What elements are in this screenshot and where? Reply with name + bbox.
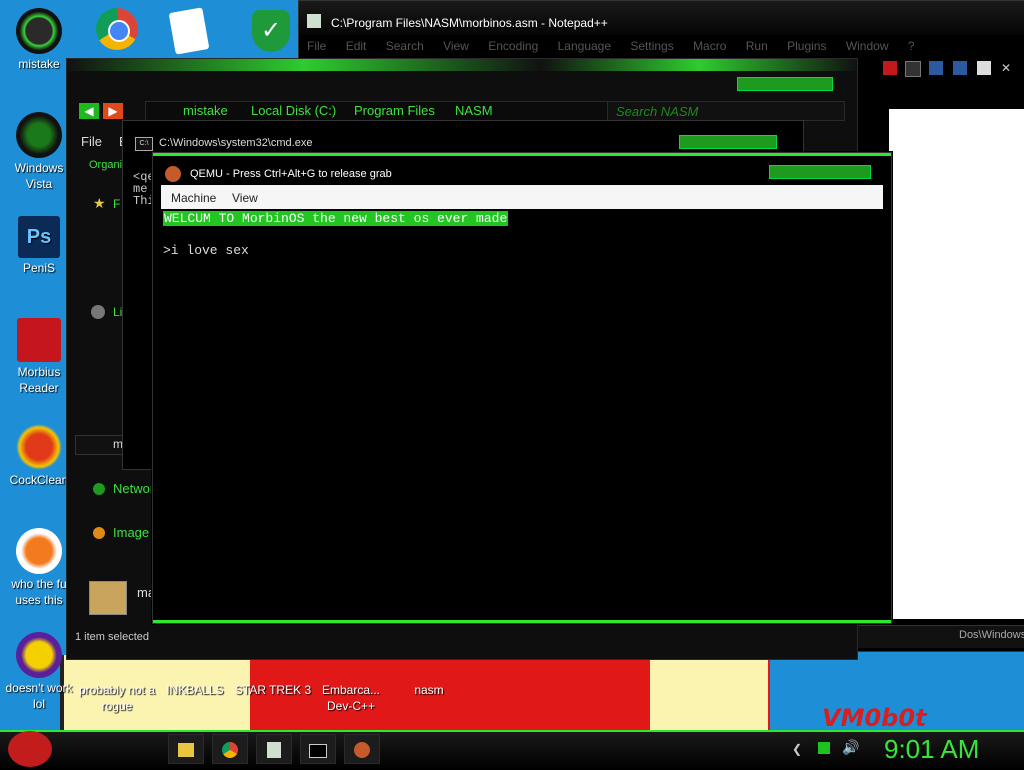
menu-window[interactable]: Window <box>846 39 889 53</box>
volume-icon[interactable]: 🔊 <box>842 739 859 756</box>
search-input[interactable]: Search NASM <box>607 101 845 121</box>
qemu-menubar: Machine View <box>161 185 883 209</box>
cmd-window-controls[interactable] <box>679 135 777 149</box>
favorites-star-icon: ★ <box>93 195 106 211</box>
notepadpp-eol-status: Dos\Windows <box>959 629 1024 641</box>
desktop-icon-inkballs[interactable]: INKBALLS <box>156 656 234 698</box>
qemu-menu-view[interactable]: View <box>232 191 258 205</box>
desktop-icon-star-trek-3[interactable]: STAR TREK 3 <box>234 656 312 698</box>
breadcrumb-nasm[interactable]: NASM <box>455 103 493 118</box>
back-arrow-icon[interactable]: ❮ <box>792 742 802 756</box>
qemu-bottom-glow <box>153 620 891 623</box>
network-icon <box>93 483 105 495</box>
taskbar-clock[interactable]: 9:01 AM <box>884 734 979 765</box>
notepad-icon <box>267 742 281 758</box>
breadcrumb-program-files[interactable]: Program Files <box>354 103 435 118</box>
organize-button[interactable]: Organi <box>89 159 122 171</box>
taskbar-chrome-button[interactable] <box>212 734 248 764</box>
forward-button[interactable]: ▶ <box>103 103 123 119</box>
menu-language[interactable]: Language <box>558 39 611 53</box>
qemu-top-glow <box>153 153 891 156</box>
qemu-screen[interactable]: WELCUM TO MorbinOS the new best os ever … <box>161 209 883 609</box>
command-prompt[interactable]: >i love sex <box>163 243 249 258</box>
lightning-icon <box>16 528 62 574</box>
taskbar <box>0 730 1024 770</box>
image-icon <box>93 527 105 539</box>
explorer-glow-strip <box>67 59 857 71</box>
chrome-icon <box>222 742 238 758</box>
libraries-icon <box>91 305 105 319</box>
menu-file[interactable]: File <box>307 39 326 53</box>
explorer-window-controls[interactable] <box>737 77 833 91</box>
qemu-icon <box>354 742 370 758</box>
taskbar-cmd-button[interactable] <box>300 734 336 764</box>
solitaire-icon[interactable] <box>168 7 210 55</box>
cmd-icon <box>309 744 327 758</box>
menu-encoding[interactable]: Encoding <box>488 39 538 53</box>
menu-search[interactable]: Search <box>386 39 424 53</box>
notepadpp-app-icon <box>307 14 321 28</box>
play-macro-icon[interactable] <box>929 61 943 75</box>
menu-settings[interactable]: Settings <box>630 39 673 53</box>
wallpaper-yellow-2 <box>650 655 768 740</box>
save-macro-icon[interactable] <box>977 61 991 75</box>
desktop-icon-probably-not-a-rogue[interactable]: probably not a rogue <box>78 656 156 714</box>
green-circle-icon <box>16 8 62 54</box>
cmd-app-icon: C:\ <box>135 137 153 151</box>
menu-plugins[interactable]: Plugins <box>787 39 826 53</box>
ccleaner-icon <box>16 424 62 470</box>
nav-network[interactable]: Networ <box>113 481 154 496</box>
photoshop-icon: Ps <box>18 216 60 258</box>
back-button[interactable]: ◀ <box>79 103 99 119</box>
explorer-folder-icon <box>178 743 194 757</box>
selected-file-thumbnail[interactable] <box>89 581 127 615</box>
chrome-icon[interactable] <box>96 8 138 50</box>
desktop-icon-nasm[interactable]: nasm <box>390 656 468 698</box>
security-shield-icon[interactable]: ✓ <box>252 10 290 52</box>
menu-macro[interactable]: Macro <box>693 39 726 53</box>
record-macro-icon[interactable] <box>883 61 897 75</box>
notepadpp-menubar: File Edit Search View Encoding Language … <box>307 39 931 53</box>
breadcrumb-mistake[interactable]: mistake <box>183 103 228 118</box>
adobe-reader-icon <box>17 318 61 362</box>
desktop-icon-dev-cpp[interactable]: Embarca... Dev-C++ <box>312 656 390 714</box>
close-tab-icon[interactable]: ✕ <box>1001 61 1011 75</box>
explorer-menu-file[interactable]: File <box>81 134 102 149</box>
run-multiple-icon[interactable] <box>953 61 967 75</box>
wallpaper-text: VM0b0t <box>822 704 927 732</box>
start-button[interactable] <box>8 731 52 767</box>
notepadpp-editor[interactable] <box>889 109 1024 619</box>
notepadpp-title: C:\Program Files\NASM\morbinos.asm - Not… <box>331 16 608 30</box>
qemu-title: QEMU - Press Ctrl+Alt+G to release grab <box>190 168 392 180</box>
qemu-window-controls[interactable] <box>769 165 871 179</box>
cmd-title: C:\Windows\system32\cmd.exe <box>159 137 313 149</box>
explorer-status: 1 item selected <box>75 631 149 643</box>
qemu-window[interactable]: QEMU - Press Ctrl+Alt+G to release grab … <box>152 152 892 624</box>
nav-image[interactable]: Image <box>113 525 149 540</box>
menu-help[interactable]: ? <box>908 39 915 53</box>
qemu-menu-machine[interactable]: Machine <box>171 191 216 205</box>
stop-macro-icon[interactable] <box>905 61 921 77</box>
taskbar-explorer-button[interactable] <box>168 734 204 764</box>
yahoo-messenger-icon <box>16 632 62 678</box>
welcome-banner: WELCUM TO MorbinOS the new best os ever … <box>163 211 509 226</box>
nav-favorites[interactable]: F <box>113 197 120 211</box>
taskbar-notepad-button[interactable] <box>256 734 292 764</box>
taskbar-qemu-button[interactable] <box>344 734 380 764</box>
breadcrumb-local-disk[interactable]: Local Disk (C:) <box>251 103 336 118</box>
nav-libraries[interactable]: Li <box>113 305 122 319</box>
menu-edit[interactable]: Edit <box>346 39 367 53</box>
menu-run[interactable]: Run <box>746 39 768 53</box>
chrome-center <box>108 20 130 42</box>
notepadpp-toolbar: ✕ <box>879 59 1019 79</box>
qemu-app-icon <box>165 166 181 182</box>
network-icon[interactable] <box>818 742 830 754</box>
recycle-bin-icon <box>16 112 62 158</box>
menu-view[interactable]: View <box>443 39 469 53</box>
